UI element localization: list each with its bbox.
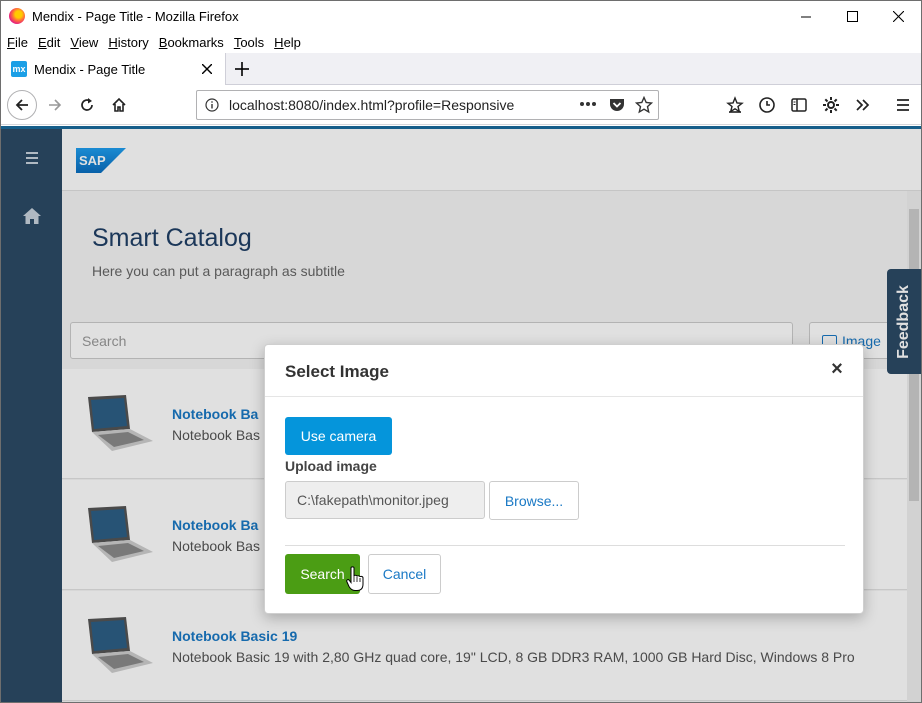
title-bar: Mendix - Page Title - Mozilla Firefox bbox=[1, 1, 921, 31]
mendix-favicon-icon: mx bbox=[11, 61, 27, 77]
pocket-icon[interactable] bbox=[609, 97, 625, 113]
browse-button[interactable]: Browse... bbox=[489, 481, 579, 520]
close-icon bbox=[202, 64, 212, 74]
firefox-icon bbox=[9, 8, 25, 24]
tab-label: Mendix - Page Title bbox=[34, 61, 146, 77]
chevron-double-right-icon bbox=[856, 99, 870, 111]
menu-bookmarks[interactable]: Bookmarks bbox=[159, 35, 224, 50]
dialog-header: Select Image × bbox=[265, 345, 863, 397]
open-menu-button[interactable] bbox=[891, 93, 915, 117]
upload-image-label: Upload image bbox=[285, 458, 377, 474]
use-camera-button[interactable]: Use camera bbox=[285, 417, 392, 455]
menu-edit[interactable]: Edit bbox=[38, 35, 60, 50]
window-title: Mendix - Page Title - Mozilla Firefox bbox=[32, 8, 239, 24]
select-image-dialog: Select Image × Use camera Upload image C… bbox=[264, 344, 864, 614]
hand-cursor-icon bbox=[346, 566, 364, 591]
maximize-icon bbox=[846, 10, 858, 22]
home-button[interactable] bbox=[107, 93, 131, 117]
plus-icon bbox=[235, 62, 249, 76]
cancel-button[interactable]: Cancel bbox=[368, 554, 441, 594]
home-icon bbox=[112, 97, 126, 112]
info-icon[interactable] bbox=[205, 98, 219, 112]
file-path-input[interactable]: C:\fakepath\monitor.jpeg bbox=[285, 481, 485, 519]
menu-file[interactable]: File bbox=[7, 35, 28, 50]
arrow-left-icon bbox=[15, 99, 28, 111]
star-list-icon bbox=[726, 96, 744, 114]
overflow-button[interactable] bbox=[851, 93, 875, 117]
minimize-button[interactable] bbox=[783, 1, 829, 31]
page-actions-icon[interactable] bbox=[579, 101, 597, 107]
menu-history[interactable]: History bbox=[108, 35, 148, 50]
library-button[interactable] bbox=[723, 93, 747, 117]
settings-button[interactable] bbox=[819, 93, 843, 117]
tab-mendix[interactable]: mx Mendix - Page Title bbox=[1, 53, 226, 85]
app-viewport: SAP Smart Catalog Here you can put a par… bbox=[1, 126, 921, 702]
arrow-right-icon bbox=[49, 99, 62, 111]
forward-button[interactable] bbox=[43, 93, 67, 117]
close-window-button[interactable] bbox=[875, 1, 921, 31]
reload-button[interactable] bbox=[75, 93, 99, 117]
url-text[interactable]: localhost:8080/index.html?profile=Respon… bbox=[229, 97, 514, 113]
maximize-button[interactable] bbox=[829, 1, 875, 31]
dialog-close-button[interactable]: × bbox=[829, 358, 845, 380]
bookmark-star-icon[interactable] bbox=[635, 96, 653, 114]
dialog-title: Select Image bbox=[285, 362, 389, 381]
url-bar[interactable]: localhost:8080/index.html?profile=Respon… bbox=[196, 90, 659, 120]
menu-help[interactable]: Help bbox=[274, 35, 301, 50]
close-icon bbox=[892, 10, 904, 22]
gear-icon bbox=[823, 97, 839, 113]
navigation-toolbar: localhost:8080/index.html?profile=Respon… bbox=[1, 85, 921, 125]
menu-tools[interactable]: Tools bbox=[234, 35, 264, 50]
dialog-divider bbox=[285, 545, 845, 546]
back-button[interactable] bbox=[7, 90, 37, 120]
menu-bar: File Edit View History Bookmarks Tools H… bbox=[1, 31, 921, 53]
tab-close-button[interactable] bbox=[199, 61, 215, 77]
reader-view-button[interactable] bbox=[787, 93, 811, 117]
sidebar-icon bbox=[791, 98, 807, 112]
new-tab-button[interactable] bbox=[233, 60, 251, 78]
clock-icon bbox=[759, 97, 775, 113]
reload-icon bbox=[81, 98, 93, 111]
menu-view[interactable]: View bbox=[70, 35, 98, 50]
history-button[interactable] bbox=[755, 93, 779, 117]
minimize-icon bbox=[800, 16, 811, 17]
browser-window: Mendix - Page Title - Mozilla Firefox Fi… bbox=[0, 0, 922, 703]
hamburger-icon bbox=[897, 99, 909, 111]
tab-strip: mx Mendix - Page Title bbox=[1, 53, 921, 85]
